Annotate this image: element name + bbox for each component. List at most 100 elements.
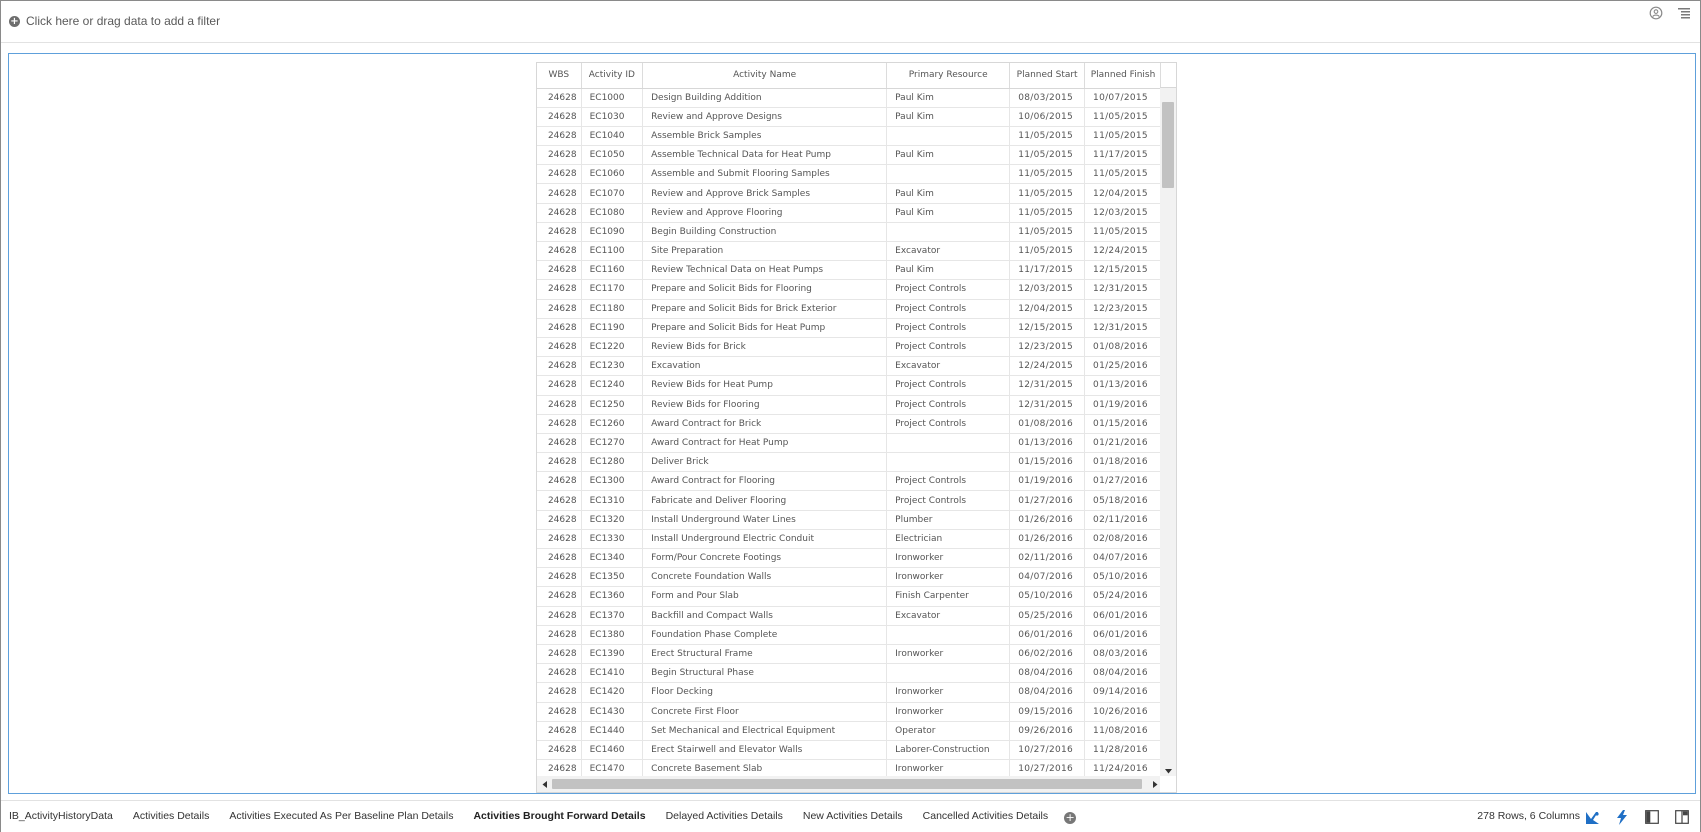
cell-primary-resource[interactable]: Excavator — [886, 356, 1011, 377]
cell-activity-name[interactable]: Award Contract for Brick — [642, 414, 888, 434]
recommendations-icon[interactable] — [1584, 809, 1600, 825]
table-row[interactable]: 24628 EC1300 Award Contract for Flooring Pr… — [537, 471, 1162, 492]
cell-primary-resource[interactable]: Paul Kim — [886, 145, 1011, 166]
cell-wbs[interactable]: 24628 — [537, 145, 582, 166]
cell-activity-name[interactable]: Install Underground Electric Conduit — [642, 529, 888, 550]
cell-wbs[interactable]: 24628 — [537, 567, 582, 588]
cell-planned-start[interactable]: 04/07/2016 — [1009, 567, 1086, 588]
table-row[interactable]: 24628 EC1320 Install Underground Water Lin… — [537, 510, 1162, 530]
cell-planned-start[interactable]: 12/03/2015 — [1009, 279, 1086, 300]
table-row[interactable]: 24628 EC1080 Review and Approve Flooring Pa… — [537, 203, 1162, 223]
table-row[interactable]: 24628 EC1040 Assemble Brick Samples 11/05/2… — [537, 126, 1162, 147]
cell-wbs[interactable]: 24628 — [537, 529, 582, 550]
cell-activity-id[interactable]: EC1000 — [581, 88, 644, 108]
table-row[interactable]: 24628 EC1340 Form/Pour Concrete Footings Ir… — [537, 548, 1162, 569]
cell-wbs[interactable]: 24628 — [537, 586, 582, 607]
cell-planned-finish[interactable]: 01/15/2016 — [1084, 414, 1162, 434]
page-tab[interactable]: New Activities Details — [793, 801, 913, 832]
table-row[interactable]: 24628 EC1250 Review Bids for Flooring Proje… — [537, 395, 1162, 415]
column-header-primary-resource[interactable]: Primary Resource — [886, 63, 1011, 89]
cell-primary-resource[interactable] — [886, 126, 1011, 147]
cell-planned-finish[interactable]: 01/08/2016 — [1084, 337, 1162, 358]
cell-activity-name[interactable]: Install Underground Water Lines — [642, 510, 888, 530]
table-row[interactable]: 24628 EC1370 Backfill and Compact Walls Exc… — [537, 606, 1162, 626]
cell-activity-id[interactable]: EC1090 — [581, 222, 644, 243]
cell-activity-name[interactable]: Review and Approve Flooring — [642, 203, 888, 223]
cell-planned-finish[interactable]: 01/19/2016 — [1084, 395, 1162, 415]
cell-planned-finish[interactable]: 08/04/2016 — [1084, 663, 1162, 684]
cell-activity-id[interactable]: EC1360 — [581, 586, 644, 607]
cell-primary-resource[interactable]: Paul Kim — [886, 203, 1011, 223]
cell-primary-resource[interactable]: Paul Kim — [886, 183, 1011, 204]
cell-activity-id[interactable]: EC1100 — [581, 241, 644, 262]
cell-primary-resource[interactable]: Plumber — [886, 510, 1011, 530]
cell-activity-name[interactable]: Review Bids for Flooring — [642, 395, 888, 415]
cell-primary-resource[interactable]: Paul Kim — [886, 88, 1011, 108]
table-row[interactable]: 24628 EC1310 Fabricate and Deliver Floorin… — [537, 490, 1162, 511]
cell-activity-name[interactable]: Design Building Addition — [642, 88, 888, 108]
cell-activity-id[interactable]: EC1230 — [581, 356, 644, 377]
cell-primary-resource[interactable]: Ironworker — [886, 702, 1011, 722]
cell-primary-resource[interactable]: Project Controls — [886, 471, 1011, 492]
page-tab[interactable]: Activities Brought Forward Details — [463, 801, 655, 832]
table-row[interactable]: 24628 EC1220 Review Bids for Brick Project … — [537, 337, 1162, 358]
cell-activity-id[interactable]: EC1170 — [581, 279, 644, 300]
cell-activity-id[interactable]: EC1070 — [581, 183, 644, 204]
cell-activity-id[interactable]: EC1350 — [581, 567, 644, 588]
cell-planned-finish[interactable]: 12/31/2015 — [1084, 279, 1162, 300]
add-filter-control[interactable]: + Click here or drag data to add a filte… — [9, 13, 220, 29]
cell-primary-resource[interactable]: Paul Kim — [886, 260, 1011, 281]
cell-planned-start[interactable]: 05/25/2016 — [1009, 606, 1086, 626]
cell-activity-name[interactable]: Fabricate and Deliver Flooring — [642, 490, 888, 511]
table-row[interactable]: 24628 EC1420 Floor Decking Ironworker 08/04/… — [537, 682, 1162, 703]
table-row[interactable]: 24628 EC1090 Begin Building Construction 11… — [537, 222, 1162, 243]
cell-activity-id[interactable]: EC1420 — [581, 682, 644, 703]
cell-activity-id[interactable]: EC1040 — [581, 126, 644, 147]
cell-primary-resource[interactable]: Project Controls — [886, 318, 1011, 338]
cell-primary-resource[interactable]: Laborer-Construction — [886, 740, 1011, 761]
cell-activity-id[interactable]: EC1160 — [581, 260, 644, 281]
cell-planned-finish[interactable]: 11/08/2016 — [1084, 721, 1162, 741]
cell-planned-start[interactable]: 11/05/2015 — [1009, 222, 1086, 243]
cell-planned-start[interactable]: 01/26/2016 — [1009, 529, 1086, 550]
cell-wbs[interactable]: 24628 — [537, 395, 582, 415]
table-row[interactable]: 24628 EC1050 Assemble Technical Data for H… — [537, 145, 1162, 166]
cell-planned-finish[interactable]: 11/28/2016 — [1084, 740, 1162, 761]
cell-primary-resource[interactable] — [886, 164, 1011, 185]
cell-primary-resource[interactable]: Project Controls — [886, 395, 1011, 415]
cell-activity-name[interactable]: Backfill and Compact Walls — [642, 606, 888, 626]
cell-wbs[interactable]: 24628 — [537, 260, 582, 281]
column-header-activity-id[interactable]: Activity ID — [581, 63, 644, 89]
cell-planned-finish[interactable]: 06/01/2016 — [1084, 625, 1162, 645]
cell-planned-finish[interactable]: 02/11/2016 — [1084, 510, 1162, 530]
cell-activity-name[interactable]: Review and Approve Brick Samples — [642, 183, 888, 204]
cell-wbs[interactable]: 24628 — [537, 510, 582, 530]
cell-activity-id[interactable]: EC1410 — [581, 663, 644, 684]
cell-planned-finish[interactable]: 12/03/2015 — [1084, 203, 1162, 223]
cell-planned-start[interactable]: 11/05/2015 — [1009, 241, 1086, 262]
cell-planned-finish[interactable]: 09/14/2016 — [1084, 682, 1162, 703]
cell-wbs[interactable]: 24628 — [537, 663, 582, 684]
list-menu-icon[interactable] — [1676, 5, 1692, 21]
cell-planned-start[interactable]: 12/04/2015 — [1009, 299, 1086, 319]
cell-planned-finish[interactable]: 02/08/2016 — [1084, 529, 1162, 550]
cell-planned-start[interactable]: 12/24/2015 — [1009, 356, 1086, 377]
cell-wbs[interactable]: 24628 — [537, 740, 582, 761]
table-row[interactable]: 24628 EC1190 Prepare and Solicit Bids for … — [537, 318, 1162, 338]
cell-activity-id[interactable]: EC1430 — [581, 702, 644, 722]
scroll-left-arrow-icon[interactable] — [537, 776, 551, 792]
cell-primary-resource[interactable]: Project Controls — [886, 279, 1011, 300]
table-row[interactable]: 24628 EC1100 Site Preparation Excavator 11/0… — [537, 241, 1162, 262]
cell-activity-name[interactable]: Assemble Technical Data for Heat Pump — [642, 145, 888, 166]
cell-planned-start[interactable]: 08/03/2015 — [1009, 88, 1086, 108]
cell-wbs[interactable]: 24628 — [537, 452, 582, 473]
cell-wbs[interactable]: 24628 — [537, 222, 582, 243]
table-row[interactable]: 24628 EC1270 Award Contract for Heat Pump 0… — [537, 433, 1162, 454]
user-badge-icon[interactable] — [1648, 5, 1664, 21]
cell-activity-name[interactable]: Award Contract for Heat Pump — [642, 433, 888, 454]
cell-wbs[interactable]: 24628 — [537, 356, 582, 377]
cell-activity-id[interactable]: EC1280 — [581, 452, 644, 473]
table-row[interactable]: 24628 EC1170 Prepare and Solicit Bids for … — [537, 279, 1162, 300]
cell-primary-resource[interactable]: Ironworker — [886, 644, 1011, 665]
cell-activity-id[interactable]: EC1390 — [581, 644, 644, 665]
